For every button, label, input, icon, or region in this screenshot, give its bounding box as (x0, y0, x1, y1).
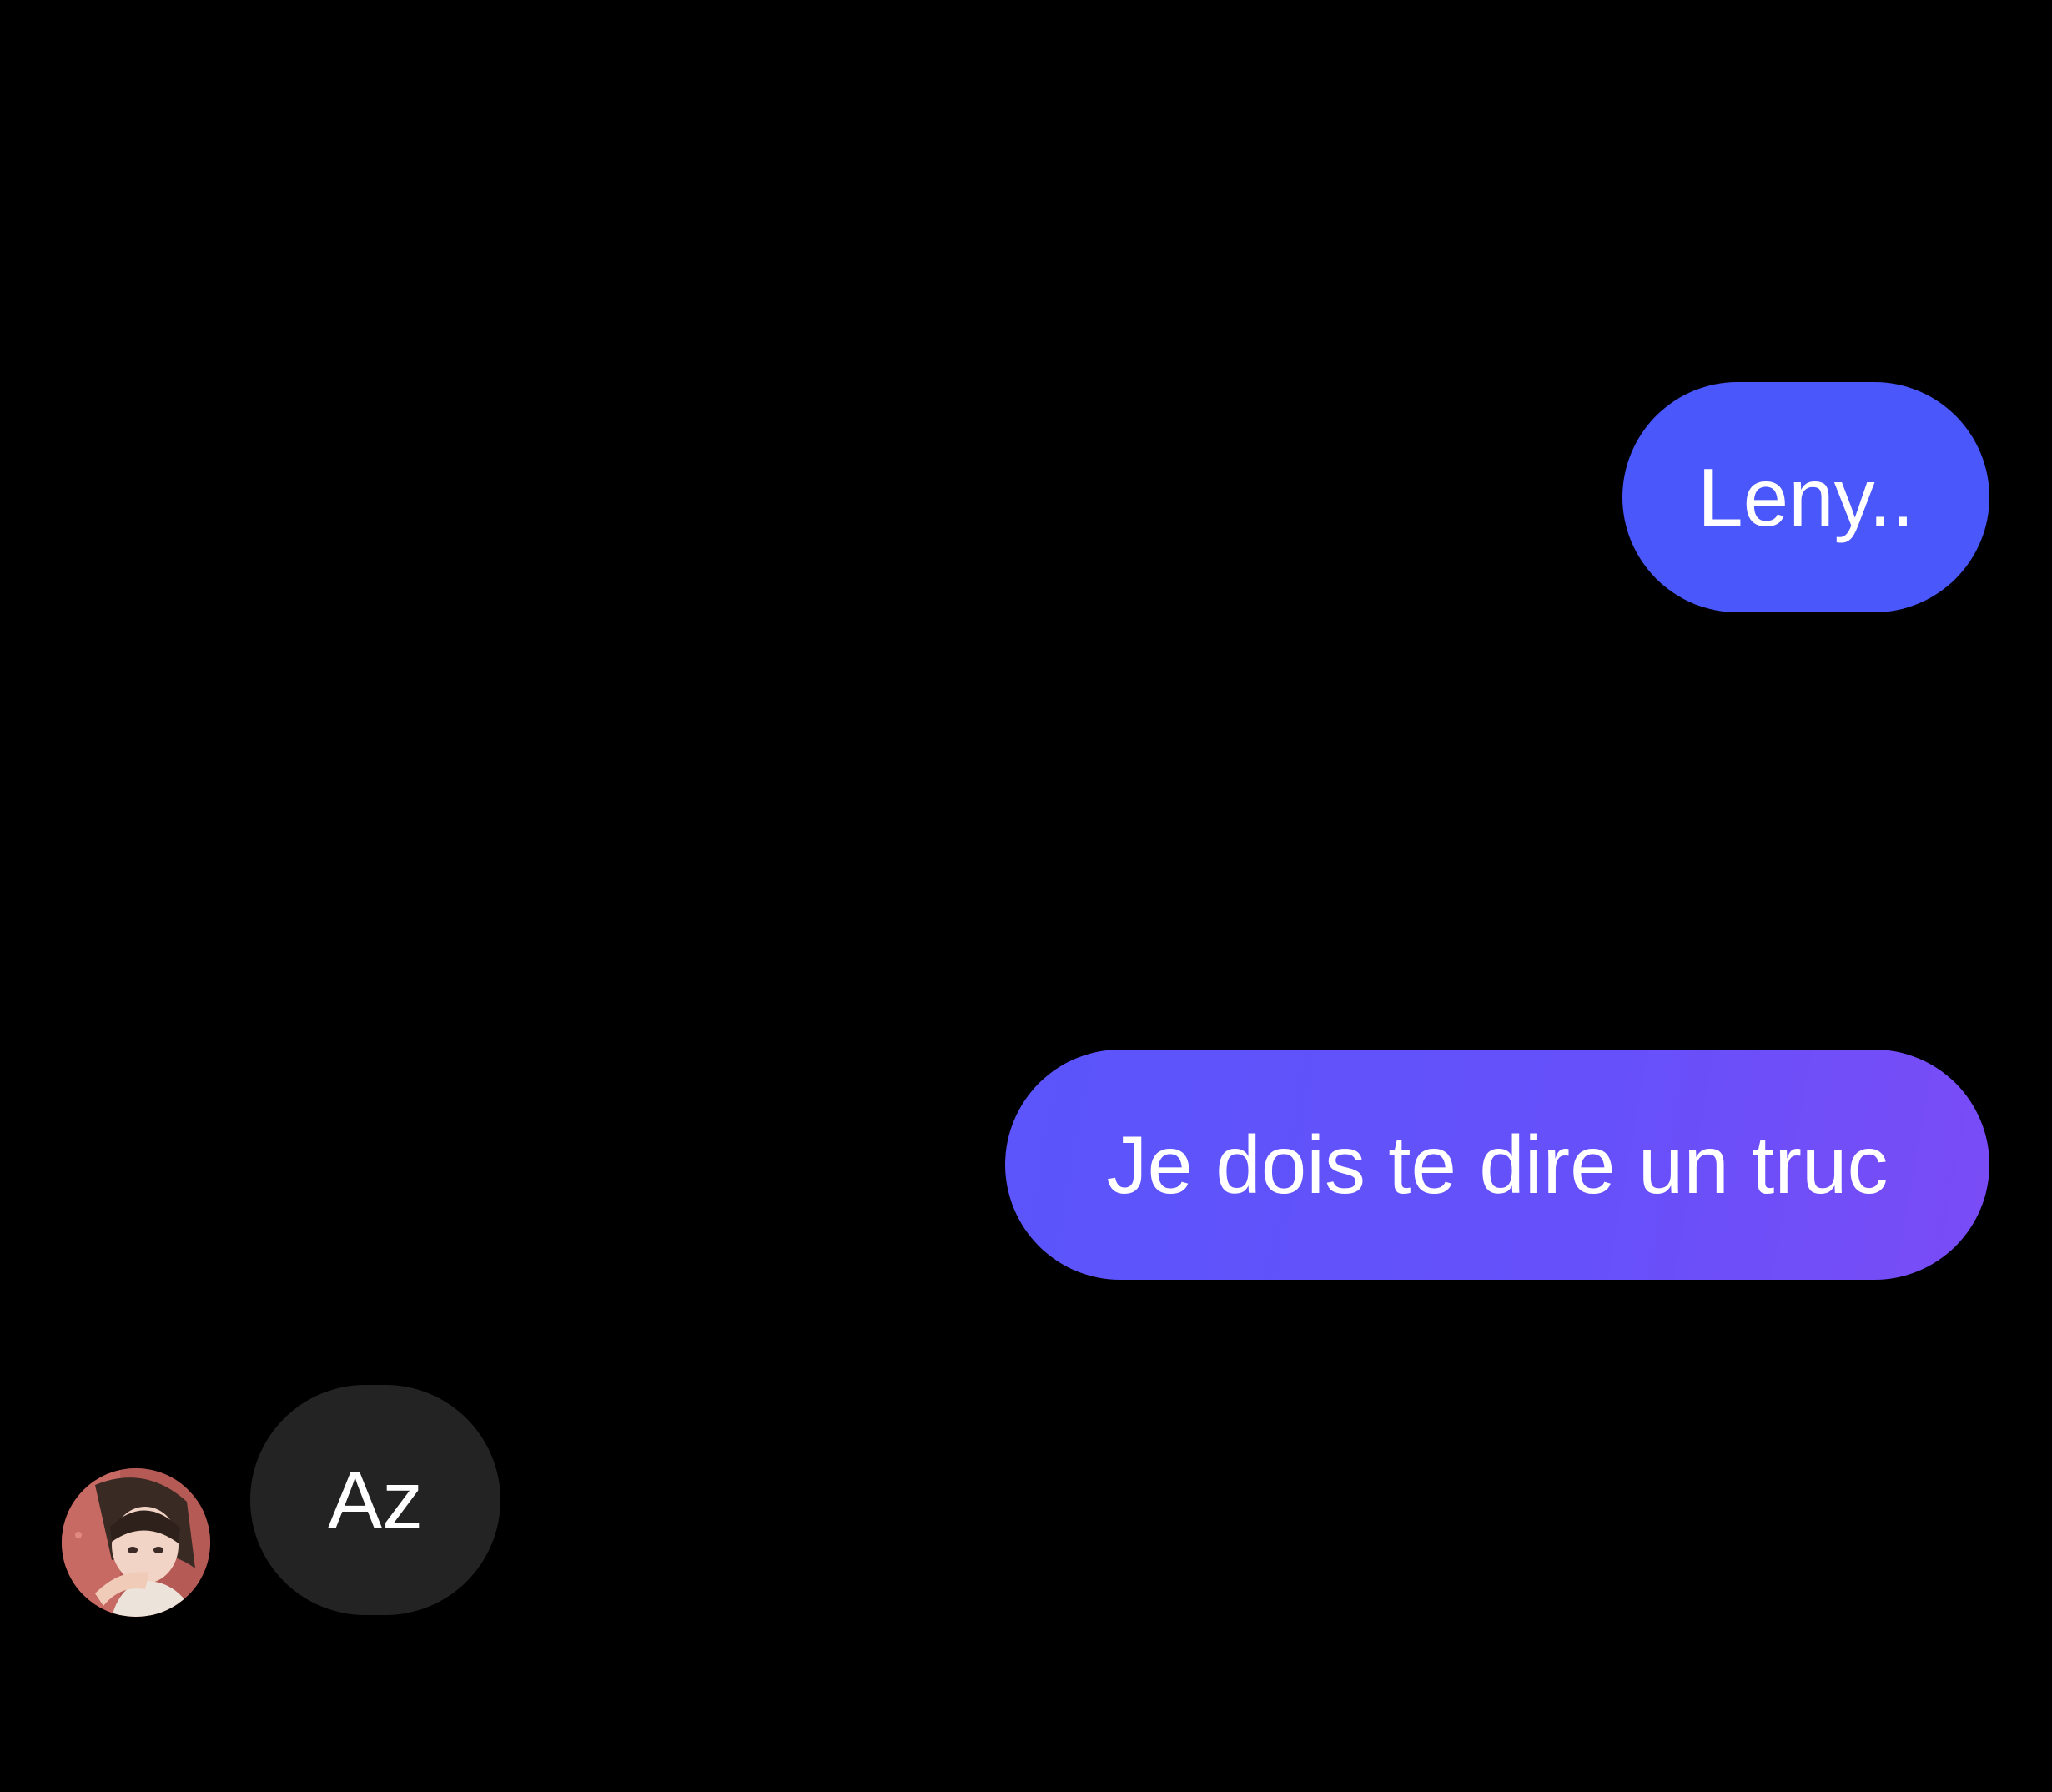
incoming-message-bubble[interactable]: Az (250, 1385, 500, 1615)
outgoing-message-bubble[interactable]: Leny.. (1622, 382, 1989, 612)
contact-avatar[interactable] (62, 1468, 210, 1617)
anime-girl-avatar-icon (62, 1468, 210, 1617)
message-thread: Leny.. Je dois te dire un truc Az (0, 0, 2052, 1792)
message-text: Je dois te dire un truc (1106, 1119, 1889, 1211)
outgoing-message-bubble[interactable]: Je dois te dire un truc (1005, 1050, 1989, 1280)
message-text: Az (327, 1454, 424, 1546)
message-text: Leny.. (1697, 451, 1914, 543)
